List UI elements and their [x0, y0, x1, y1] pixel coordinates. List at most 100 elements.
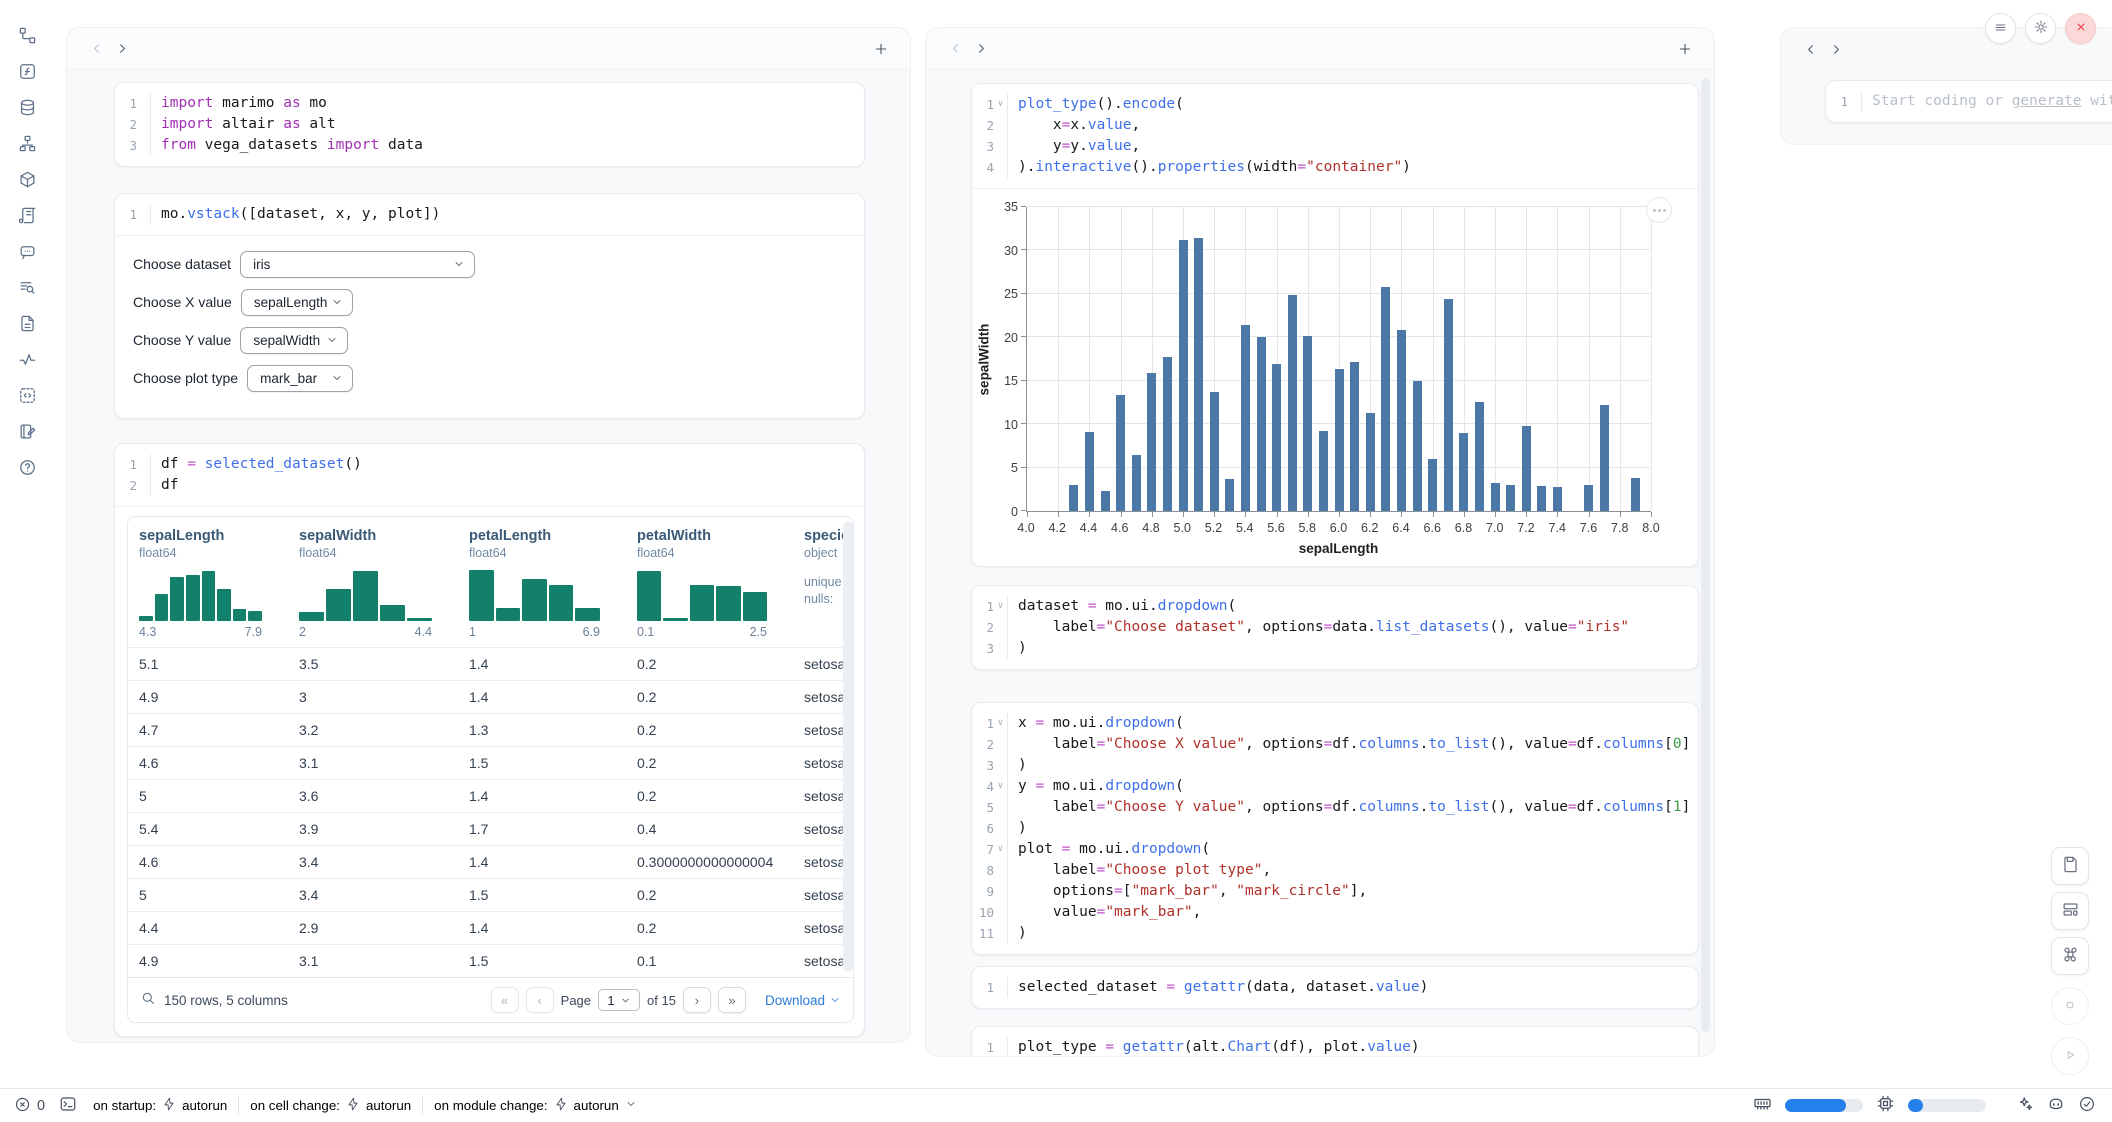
- bar[interactable]: [1335, 369, 1344, 511]
- settings-button[interactable]: [2025, 13, 2056, 44]
- sidebar-item-database[interactable]: [14, 96, 40, 122]
- bar[interactable]: [1444, 299, 1453, 511]
- run-button[interactable]: [2051, 1037, 2089, 1075]
- table-scrollbar[interactable]: [843, 521, 853, 972]
- column-prev-button[interactable]: [942, 36, 968, 62]
- bar[interactable]: [1537, 486, 1546, 511]
- layout-button[interactable]: [2051, 892, 2089, 930]
- bar[interactable]: [1147, 373, 1156, 511]
- bar[interactable]: [1366, 413, 1375, 511]
- sidebar-item-logs[interactable]: [14, 276, 40, 302]
- bar[interactable]: [1428, 459, 1437, 511]
- bar[interactable]: [1163, 357, 1172, 511]
- stop-button[interactable]: [2051, 987, 2089, 1025]
- bar[interactable]: [1272, 364, 1281, 511]
- page-select[interactable]: 1: [598, 989, 640, 1011]
- column-scrollbar[interactable]: [1701, 78, 1710, 1032]
- code-editor[interactable]: 1plot_type = getattr(alt.Chart(df), plot…: [972, 1027, 1698, 1057]
- bar[interactable]: [1584, 485, 1593, 511]
- bar[interactable]: [1069, 485, 1078, 511]
- code-editor[interactable]: 1∨plot_type().encode(2 x=x.value,3 y=y.v…: [972, 84, 1698, 188]
- bar[interactable]: [1506, 485, 1515, 511]
- bar[interactable]: [1319, 431, 1328, 511]
- bar[interactable]: [1413, 381, 1422, 511]
- save-button[interactable]: [2051, 847, 2089, 885]
- terminal-button[interactable]: [59, 1095, 77, 1116]
- code-editor[interactable]: 1selected_dataset = getattr(data, datase…: [972, 967, 1698, 1008]
- bar[interactable]: [1101, 491, 1110, 511]
- column-next-button[interactable]: [968, 36, 994, 62]
- table-column-header[interactable]: sepalLengthfloat644.37.9: [128, 527, 288, 647]
- sidebar-item-functions[interactable]: [14, 60, 40, 86]
- code-editor[interactable]: 1df = selected_dataset()2df: [115, 444, 864, 506]
- bar[interactable]: [1459, 433, 1468, 511]
- bar[interactable]: [1522, 426, 1531, 511]
- dataset-select[interactable]: iris: [240, 251, 475, 278]
- chart-menu-button[interactable]: [1646, 197, 1672, 223]
- bar[interactable]: [1491, 483, 1500, 511]
- y-value-select[interactable]: sepalWidth: [240, 327, 348, 354]
- connection-status-button[interactable]: [2078, 1095, 2096, 1116]
- on-cell-change-setting[interactable]: on cell change: autorun: [250, 1097, 411, 1114]
- bar[interactable]: [1350, 362, 1359, 511]
- download-button[interactable]: Download: [765, 993, 841, 1008]
- bar[interactable]: [1303, 336, 1312, 511]
- column-next-button[interactable]: [1823, 36, 1849, 62]
- on-module-change-setting[interactable]: on module change: autorun: [434, 1097, 637, 1114]
- bar[interactable]: [1288, 295, 1297, 511]
- add-cell-button[interactable]: [868, 36, 894, 62]
- code-editor[interactable]: 1Start coding or generate with: [1826, 81, 2112, 122]
- menu-button[interactable]: [1985, 13, 2016, 44]
- table-column-header[interactable]: sepalWidthfloat6424.4: [288, 527, 458, 647]
- code-editor[interactable]: 1mo.vstack([dataset, x, y, plot]): [115, 194, 864, 235]
- table-column-header[interactable]: petalLengthfloat6416.9: [458, 527, 626, 647]
- column-next-button[interactable]: [109, 36, 135, 62]
- sidebar-item-file-tree[interactable]: [14, 24, 40, 50]
- command-palette-button[interactable]: [2051, 937, 2089, 975]
- bar[interactable]: [1179, 240, 1188, 511]
- code-editor[interactable]: 1∨dataset = mo.ui.dropdown(2 label="Choo…: [972, 586, 1698, 669]
- bar[interactable]: [1397, 330, 1406, 511]
- search-icon[interactable]: [140, 990, 156, 1011]
- fold-icon[interactable]: ∨: [994, 776, 1007, 797]
- sidebar-item-snippets[interactable]: [14, 384, 40, 410]
- sidebar-item-scripts[interactable]: [14, 204, 40, 230]
- bar[interactable]: [1085, 432, 1094, 511]
- bar[interactable]: [1241, 325, 1250, 511]
- prev-page-button[interactable]: ‹: [526, 987, 554, 1013]
- sidebar-item-documentation[interactable]: [14, 312, 40, 338]
- bar[interactable]: [1194, 238, 1203, 511]
- fold-icon[interactable]: ∨: [994, 839, 1007, 860]
- sidebar-item-tracing[interactable]: [14, 348, 40, 374]
- on-startup-setting[interactable]: on startup: autorun: [93, 1097, 227, 1114]
- add-cell-button[interactable]: [1672, 36, 1698, 62]
- bar[interactable]: [1475, 402, 1484, 511]
- column-prev-button[interactable]: [1797, 36, 1823, 62]
- generate-link[interactable]: generate: [2012, 93, 2082, 109]
- bar[interactable]: [1132, 455, 1141, 511]
- sidebar-item-scratchpad[interactable]: [14, 420, 40, 446]
- x-value-select[interactable]: sepalLength: [241, 289, 353, 316]
- fold-icon[interactable]: ∨: [994, 596, 1007, 617]
- plot-type-select[interactable]: mark_bar: [247, 365, 353, 392]
- plot-area[interactable]: [1026, 207, 1651, 512]
- bar[interactable]: [1257, 337, 1266, 511]
- sidebar-item-chat[interactable]: [14, 240, 40, 266]
- code-editor[interactable]: 1import marimo as mo2import altair as al…: [115, 83, 864, 166]
- column-prev-button[interactable]: [83, 36, 109, 62]
- bar[interactable]: [1210, 392, 1219, 511]
- table-column-header[interactable]: petalWidthfloat640.12.5: [626, 527, 793, 647]
- next-page-button[interactable]: ›: [683, 987, 711, 1013]
- fold-icon[interactable]: ∨: [994, 713, 1007, 734]
- sidebar-item-help[interactable]: [14, 456, 40, 482]
- copilot-button[interactable]: [2047, 1095, 2065, 1116]
- bar[interactable]: [1631, 478, 1640, 511]
- last-page-button[interactable]: »: [718, 987, 746, 1013]
- shutdown-button[interactable]: [2065, 13, 2096, 44]
- first-page-button[interactable]: «: [491, 987, 519, 1013]
- errors-button[interactable]: [14, 1096, 31, 1116]
- bar[interactable]: [1225, 479, 1234, 511]
- sidebar-item-packages[interactable]: [14, 168, 40, 194]
- ai-button[interactable]: [2016, 1095, 2034, 1116]
- bar[interactable]: [1116, 395, 1125, 511]
